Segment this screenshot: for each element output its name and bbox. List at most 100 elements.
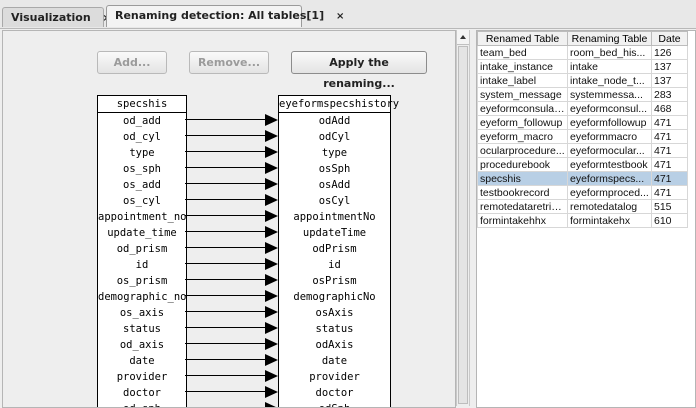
table-cell: procedurebook [477,157,568,172]
source-column[interactable]: id [98,257,186,273]
target-column[interactable]: osAxis [279,305,390,321]
target-table-box: eyeformspecshistory odAdd odCyl type osSph o… [278,95,399,407]
table-cell: eyeformocular... [567,143,652,158]
mapping-arrow [185,368,278,384]
table-row[interactable]: procedurebook eyeformtestbook 471 [477,157,688,172]
apply-renaming-button[interactable]: Apply the renaming... [291,51,427,90]
table-row[interactable]: remotedataretrie... remotedatalog 515 [477,199,688,214]
source-column[interactable]: od_axis [98,337,186,353]
table-row[interactable]: eyeform_macro eyeformmacro 471 [477,129,688,144]
table-row[interactable]: eyeform_followup eyeformfollowup 471 [477,115,688,130]
source-column[interactable]: doctor [98,385,186,401]
scroll-up-icon[interactable] [457,30,469,45]
target-column[interactable]: status [279,321,390,337]
table-cell: 137 [651,73,688,88]
table-cell: eyeformconsul... [567,101,652,116]
mapping-arrow [185,304,278,320]
mapping-arrow [185,176,278,192]
table-cell: system_message [477,87,568,102]
table-row[interactable]: formintakehhx formintakehx 610 [477,213,688,228]
target-column[interactable]: osSph [279,161,390,177]
table-cell: eyeformconsulat... [477,101,568,116]
target-column[interactable]: type [279,145,390,161]
table-cell: 471 [651,185,688,200]
target-column[interactable]: odCyl [279,129,390,145]
mapping-arrow [185,128,278,144]
add-button[interactable]: Add... [97,51,167,74]
source-column[interactable]: os_axis [98,305,186,321]
target-column[interactable]: osAdd [279,177,390,193]
table-row[interactable]: eyeformconsulat... eyeformconsul... 468 [477,101,688,116]
column-header[interactable]: Renaming Table [567,31,652,46]
target-column[interactable]: updateTime [279,225,390,241]
tab-renaming-detection[interactable]: Renaming detection: All tables[1] × [106,5,344,27]
mapping-arrow [185,384,278,400]
table-cell: remotedataretrie... [477,199,568,214]
target-column[interactable]: date [279,353,390,369]
table-cell: 283 [651,87,688,102]
table-cell: eyeformmacro [567,129,652,144]
target-column[interactable]: demographicNo [279,289,390,305]
target-column[interactable]: odSph [279,401,390,407]
table-cell: 471 [651,143,688,158]
table-row[interactable]: team_bed room_bed_his... 126 [477,45,688,60]
source-column[interactable]: od_prism [98,241,186,257]
mapping-panel: Add... Remove... Apply the renaming... s… [2,30,456,408]
source-column[interactable]: os_add [98,177,186,193]
remove-button[interactable]: Remove... [189,51,269,74]
source-table-name: specshis [98,96,186,113]
target-column[interactable]: odAxis [279,337,390,353]
table-cell: 137 [651,59,688,74]
source-column[interactable]: od_sph [98,401,186,407]
mapping-arrow [185,224,278,240]
target-column[interactable]: odAdd [279,113,390,129]
mapping-arrow [185,320,278,336]
source-column[interactable]: os_sph [98,161,186,177]
target-column[interactable]: osPrism [279,273,390,289]
source-column[interactable]: date [98,353,186,369]
tab-visualization[interactable]: Visualization × [2,7,111,27]
target-column[interactable]: doctor [279,385,390,401]
table-row[interactable]: testbookrecord eyeformproced... 471 [477,185,688,200]
table-row[interactable]: ocularprocedure... eyeformocular... 471 [477,143,688,158]
source-column[interactable]: os_prism [98,273,186,289]
source-column[interactable]: update_time [98,225,186,241]
source-column[interactable]: demographic_no [98,289,186,305]
table-cell: specshis [477,171,568,186]
source-column[interactable]: od_cyl [98,129,186,145]
close-icon[interactable]: × [336,11,344,22]
source-column[interactable]: type [98,145,186,161]
table-row[interactable]: intake_label intake_node_t... 137 [477,73,688,88]
table-cell: remotedatalog [567,199,652,214]
table-cell: 610 [651,213,688,228]
source-column[interactable]: status [98,321,186,337]
mapping-arrow [185,272,278,288]
table-cell: intake_node_t... [567,73,652,88]
table-row[interactable]: specshis eyeformspecs... 471 [477,171,688,186]
scrollbar-thumb[interactable] [458,46,468,404]
mapping-arrow [185,160,278,176]
table-cell: formintakehx [567,213,652,228]
column-header[interactable]: Renamed Table [477,31,568,46]
target-column[interactable]: appointmentNo [279,209,390,225]
table-cell: 471 [651,115,688,130]
table-row[interactable]: system_message systemmessa... 283 [477,87,688,102]
target-column[interactable]: id [279,257,390,273]
source-column[interactable]: os_cyl [98,193,186,209]
table-row[interactable]: intake_instance intake 137 [477,59,688,74]
vertical-scrollbar[interactable] [456,30,470,406]
mapping-arrow [185,112,278,128]
column-header[interactable]: Date [651,31,688,46]
mapping-arrow [185,400,278,407]
source-column[interactable]: provider [98,369,186,385]
table-cell: 471 [651,129,688,144]
target-column[interactable]: odPrism [279,241,390,257]
source-column[interactable]: od_add [98,113,186,129]
target-column[interactable]: provider [279,369,390,385]
target-column[interactable]: osCyl [279,193,390,209]
source-column[interactable]: appointment_no [98,209,186,225]
mapping-arrow [185,144,278,160]
mapping-arrow [185,240,278,256]
table-cell: 515 [651,199,688,214]
table-cell: eyeformtestbook [567,157,652,172]
